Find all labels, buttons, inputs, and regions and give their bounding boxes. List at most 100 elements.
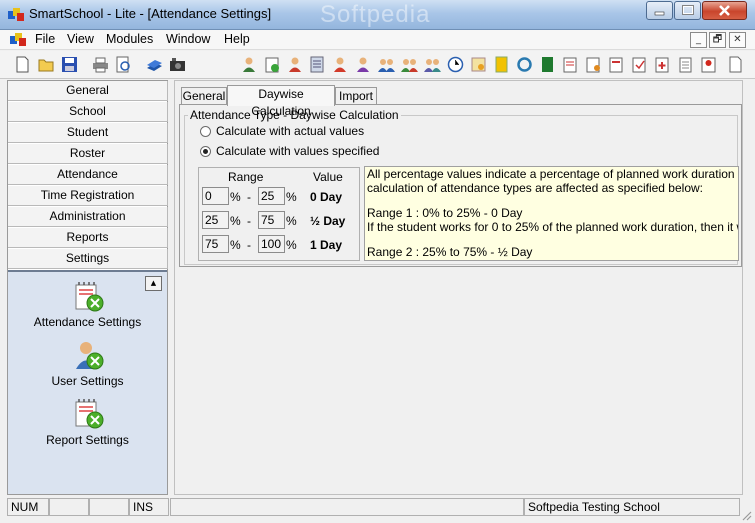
report-settings-icon[interactable] bbox=[73, 398, 105, 430]
note-line: Range 2 : 25% to 75% - ½ Day bbox=[367, 245, 533, 259]
tab-daywise-calculation[interactable]: Daywise Calculation bbox=[227, 85, 335, 118]
calendar-icon[interactable] bbox=[608, 56, 625, 73]
radio-specified-values[interactable] bbox=[200, 146, 211, 157]
nav-time-registration[interactable]: Time Registration bbox=[8, 186, 168, 206]
roster-icon[interactable] bbox=[309, 56, 326, 73]
tab-import[interactable]: Import bbox=[335, 87, 377, 105]
range-3-to-input[interactable]: 100 bbox=[258, 235, 285, 253]
percent-label: % bbox=[230, 238, 241, 252]
user-icon[interactable] bbox=[241, 56, 258, 73]
percent-label: % bbox=[230, 190, 241, 204]
user-settings-label[interactable]: User Settings bbox=[8, 374, 167, 388]
minimize-button[interactable] bbox=[646, 1, 673, 20]
dash-label: - bbox=[247, 190, 251, 204]
percent-label: % bbox=[230, 214, 241, 228]
nav-reports[interactable]: Reports bbox=[8, 228, 168, 248]
note-line: calculation of attendance types are affe… bbox=[367, 181, 703, 195]
radio-actual-values-label[interactable]: Calculate with actual values bbox=[216, 124, 364, 138]
user-settings-icon[interactable] bbox=[73, 339, 105, 371]
report-settings-label[interactable]: Report Settings bbox=[8, 433, 167, 447]
nav-general[interactable]: General bbox=[8, 81, 168, 101]
range-1-to-input[interactable]: 25 bbox=[258, 187, 285, 205]
menu-help[interactable]: Help bbox=[224, 32, 250, 46]
maximize-icon bbox=[682, 5, 694, 15]
close-icon bbox=[719, 5, 730, 16]
nav-administration[interactable]: Administration bbox=[8, 207, 168, 227]
range-1-from-input[interactable]: 0 bbox=[202, 187, 229, 205]
mdi-close-button[interactable]: ✕ bbox=[729, 32, 746, 48]
note-line: All percentage values indicate a percent… bbox=[367, 167, 738, 181]
range-header: Range bbox=[228, 170, 264, 184]
range-2-to-input[interactable]: 75 bbox=[258, 211, 285, 229]
notepad-icon[interactable] bbox=[677, 56, 694, 73]
status-empty-1 bbox=[49, 498, 89, 516]
document-icon[interactable] bbox=[727, 56, 744, 73]
refresh-icon[interactable] bbox=[516, 56, 533, 73]
note-line: If the student works for 0 to 25% of the… bbox=[367, 220, 738, 234]
status-num: NUM bbox=[7, 498, 49, 516]
value-header: Value bbox=[313, 170, 343, 184]
book-green-icon[interactable] bbox=[539, 56, 556, 73]
users-icon[interactable] bbox=[401, 56, 418, 73]
range-2-from-input[interactable]: 25 bbox=[202, 211, 229, 229]
resize-grip-icon[interactable] bbox=[740, 509, 752, 521]
nav-roster[interactable]: Roster bbox=[8, 144, 168, 164]
print-icon[interactable] bbox=[92, 56, 109, 73]
menu-view[interactable]: View bbox=[67, 32, 94, 46]
status-ins: INS bbox=[129, 498, 169, 516]
nav-student[interactable]: Student bbox=[8, 123, 168, 143]
menu-modules[interactable]: Modules bbox=[106, 32, 153, 46]
document-window-icon[interactable] bbox=[10, 33, 26, 47]
note-line: Range 1 : 0% to 25% - 0 Day bbox=[367, 206, 523, 220]
save-icon[interactable] bbox=[61, 56, 78, 73]
nav-attendance[interactable]: Attendance bbox=[8, 165, 168, 185]
new-icon[interactable] bbox=[14, 56, 31, 73]
close-button[interactable] bbox=[702, 1, 747, 20]
mdi-minimize-button[interactable]: _ bbox=[690, 32, 707, 48]
percent-label: % bbox=[286, 214, 297, 228]
book-icon[interactable] bbox=[146, 56, 163, 73]
clock-icon[interactable] bbox=[447, 56, 464, 73]
student-icon[interactable] bbox=[287, 56, 304, 73]
minimize-icon bbox=[654, 11, 665, 16]
calendar-icon[interactable] bbox=[493, 56, 510, 73]
status-empty-2 bbox=[89, 498, 129, 516]
report-icon[interactable] bbox=[470, 56, 487, 73]
person-icon[interactable] bbox=[332, 56, 349, 73]
group-icon[interactable] bbox=[378, 56, 395, 73]
mdi-restore-button[interactable]: 🗗 bbox=[709, 32, 726, 48]
range-1-value: 0 Day bbox=[310, 190, 343, 204]
radio-specified-values-label[interactable]: Calculate with values specified bbox=[216, 144, 379, 158]
tab-general[interactable]: General bbox=[181, 87, 227, 105]
attendance-icon[interactable] bbox=[264, 56, 281, 73]
maximize-button[interactable] bbox=[674, 1, 701, 20]
status-message bbox=[170, 498, 524, 516]
menu-file[interactable]: File bbox=[35, 32, 55, 46]
attendance-settings-icon[interactable] bbox=[73, 281, 105, 313]
calendar-users-icon[interactable] bbox=[585, 56, 602, 73]
note-line bbox=[367, 234, 738, 245]
range-3-value: 1 Day bbox=[310, 238, 343, 252]
teacher-icon[interactable] bbox=[355, 56, 372, 73]
calendar-check-icon[interactable] bbox=[631, 56, 648, 73]
nav-settings[interactable]: Settings bbox=[8, 249, 168, 269]
radio-actual-values[interactable] bbox=[200, 126, 211, 137]
print-preview-icon[interactable] bbox=[115, 56, 132, 73]
calendar-add-icon[interactable] bbox=[654, 56, 671, 73]
watermark: Softpedia bbox=[320, 1, 431, 28]
dash-label: - bbox=[247, 238, 251, 252]
camera-icon[interactable] bbox=[169, 56, 186, 73]
open-icon[interactable] bbox=[38, 56, 55, 73]
nav-school[interactable]: School bbox=[8, 102, 168, 122]
calendar-edit-icon[interactable] bbox=[562, 56, 579, 73]
menu-window[interactable]: Window bbox=[166, 32, 210, 46]
dash-label: - bbox=[247, 214, 251, 228]
percent-label: % bbox=[286, 238, 297, 252]
attendance-settings-label[interactable]: Attendance Settings bbox=[8, 315, 167, 329]
users-icon[interactable] bbox=[424, 56, 441, 73]
scroll-up-button[interactable]: ▲ bbox=[145, 276, 162, 291]
profile-icon[interactable] bbox=[700, 56, 717, 73]
radio-selected-dot bbox=[203, 149, 208, 154]
range-3-from-input[interactable]: 75 bbox=[202, 235, 229, 253]
range-2-value: ½ Day bbox=[310, 214, 346, 228]
